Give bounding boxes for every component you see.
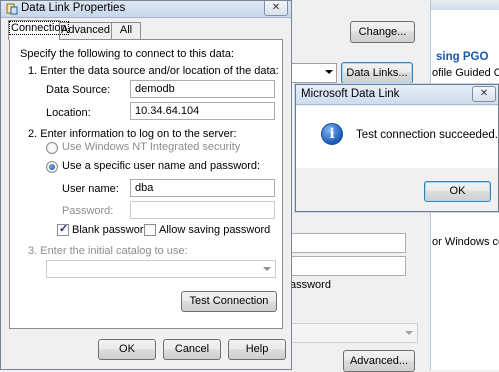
background-password-label: assword bbox=[290, 279, 331, 291]
message-box-titlebar[interactable]: Microsoft Data Link ✕ bbox=[296, 85, 498, 105]
step1-heading: 1. Enter the data source and/or location… bbox=[28, 65, 279, 77]
allow-saving-label: Allow saving password bbox=[159, 224, 271, 236]
catalog-combo[interactable] bbox=[46, 260, 276, 278]
radio-specific-user[interactable] bbox=[46, 161, 58, 173]
background-disabled-combo bbox=[290, 323, 418, 343]
test-result-message-box: Microsoft Data Link ✕ i Test connection … bbox=[295, 84, 499, 212]
step3-heading: 3. Enter the initial catalog to use: bbox=[28, 245, 188, 257]
step2-heading: 2. Enter information to log on to the se… bbox=[28, 128, 237, 140]
tab-all[interactable]: All bbox=[111, 22, 141, 39]
radio-nt-security-label: Use Windows NT Integrated security bbox=[62, 141, 241, 153]
change-button[interactable]: Change... bbox=[350, 21, 415, 43]
data-source-label: Data Source: bbox=[46, 84, 111, 96]
password-label: Password: bbox=[62, 205, 114, 217]
ok-button[interactable]: OK bbox=[98, 339, 156, 360]
dialog-titlebar[interactable]: Data Link Properties ✕ bbox=[1, 1, 291, 18]
data-link-properties-dialog: Data Link Properties ✕ Connection Advanc… bbox=[0, 0, 292, 370]
close-icon[interactable]: ✕ bbox=[472, 86, 496, 102]
data-source-input[interactable]: demodb bbox=[130, 80, 275, 98]
test-connection-button[interactable]: Test Connection bbox=[181, 291, 277, 312]
radio-specific-user-label: Use a specific user name and password: bbox=[62, 160, 261, 172]
tab-connection[interactable]: Connection bbox=[8, 20, 69, 40]
background-link-text: ofile Guided Op bbox=[432, 67, 499, 79]
help-button[interactable]: Help bbox=[228, 339, 286, 360]
dialog-title: Data Link Properties bbox=[21, 2, 126, 14]
data-link-icon bbox=[6, 3, 18, 15]
username-input[interactable]: dba bbox=[130, 179, 275, 197]
intro-text: Specify the following to connect to this… bbox=[20, 48, 235, 60]
background-provider-combo[interactable] bbox=[290, 63, 337, 83]
info-icon: i bbox=[321, 123, 343, 145]
message-text: Test connection succeeded. bbox=[356, 129, 498, 141]
background-link-text-2: or Windows coc bbox=[432, 236, 499, 248]
background-field-1[interactable] bbox=[290, 233, 406, 253]
blank-password-checkbox[interactable] bbox=[57, 222, 69, 236]
message-box-title: Microsoft Data Link bbox=[301, 88, 400, 100]
blank-password-label: Blank password bbox=[72, 224, 150, 236]
location-label: Location: bbox=[46, 107, 91, 119]
username-label: User name: bbox=[62, 183, 119, 195]
location-input[interactable]: 10.34.64.104 bbox=[130, 102, 275, 120]
advanced-button[interactable]: Advanced... bbox=[343, 350, 415, 372]
connection-tab-panel: Specify the following to connect to this… bbox=[9, 39, 283, 329]
background-link-heading[interactable]: sing PGO bbox=[436, 51, 488, 63]
background-field-2[interactable] bbox=[290, 256, 406, 276]
allow-saving-checkbox[interactable] bbox=[144, 224, 156, 236]
radio-nt-security[interactable] bbox=[46, 142, 58, 154]
password-input[interactable] bbox=[130, 201, 275, 219]
message-ok-button[interactable]: OK bbox=[424, 181, 491, 202]
close-icon[interactable]: ✕ bbox=[264, 1, 288, 16]
data-links-button[interactable]: Data Links... bbox=[341, 62, 413, 84]
chevron-down-icon bbox=[263, 267, 271, 271]
cancel-button[interactable]: Cancel bbox=[163, 339, 221, 360]
